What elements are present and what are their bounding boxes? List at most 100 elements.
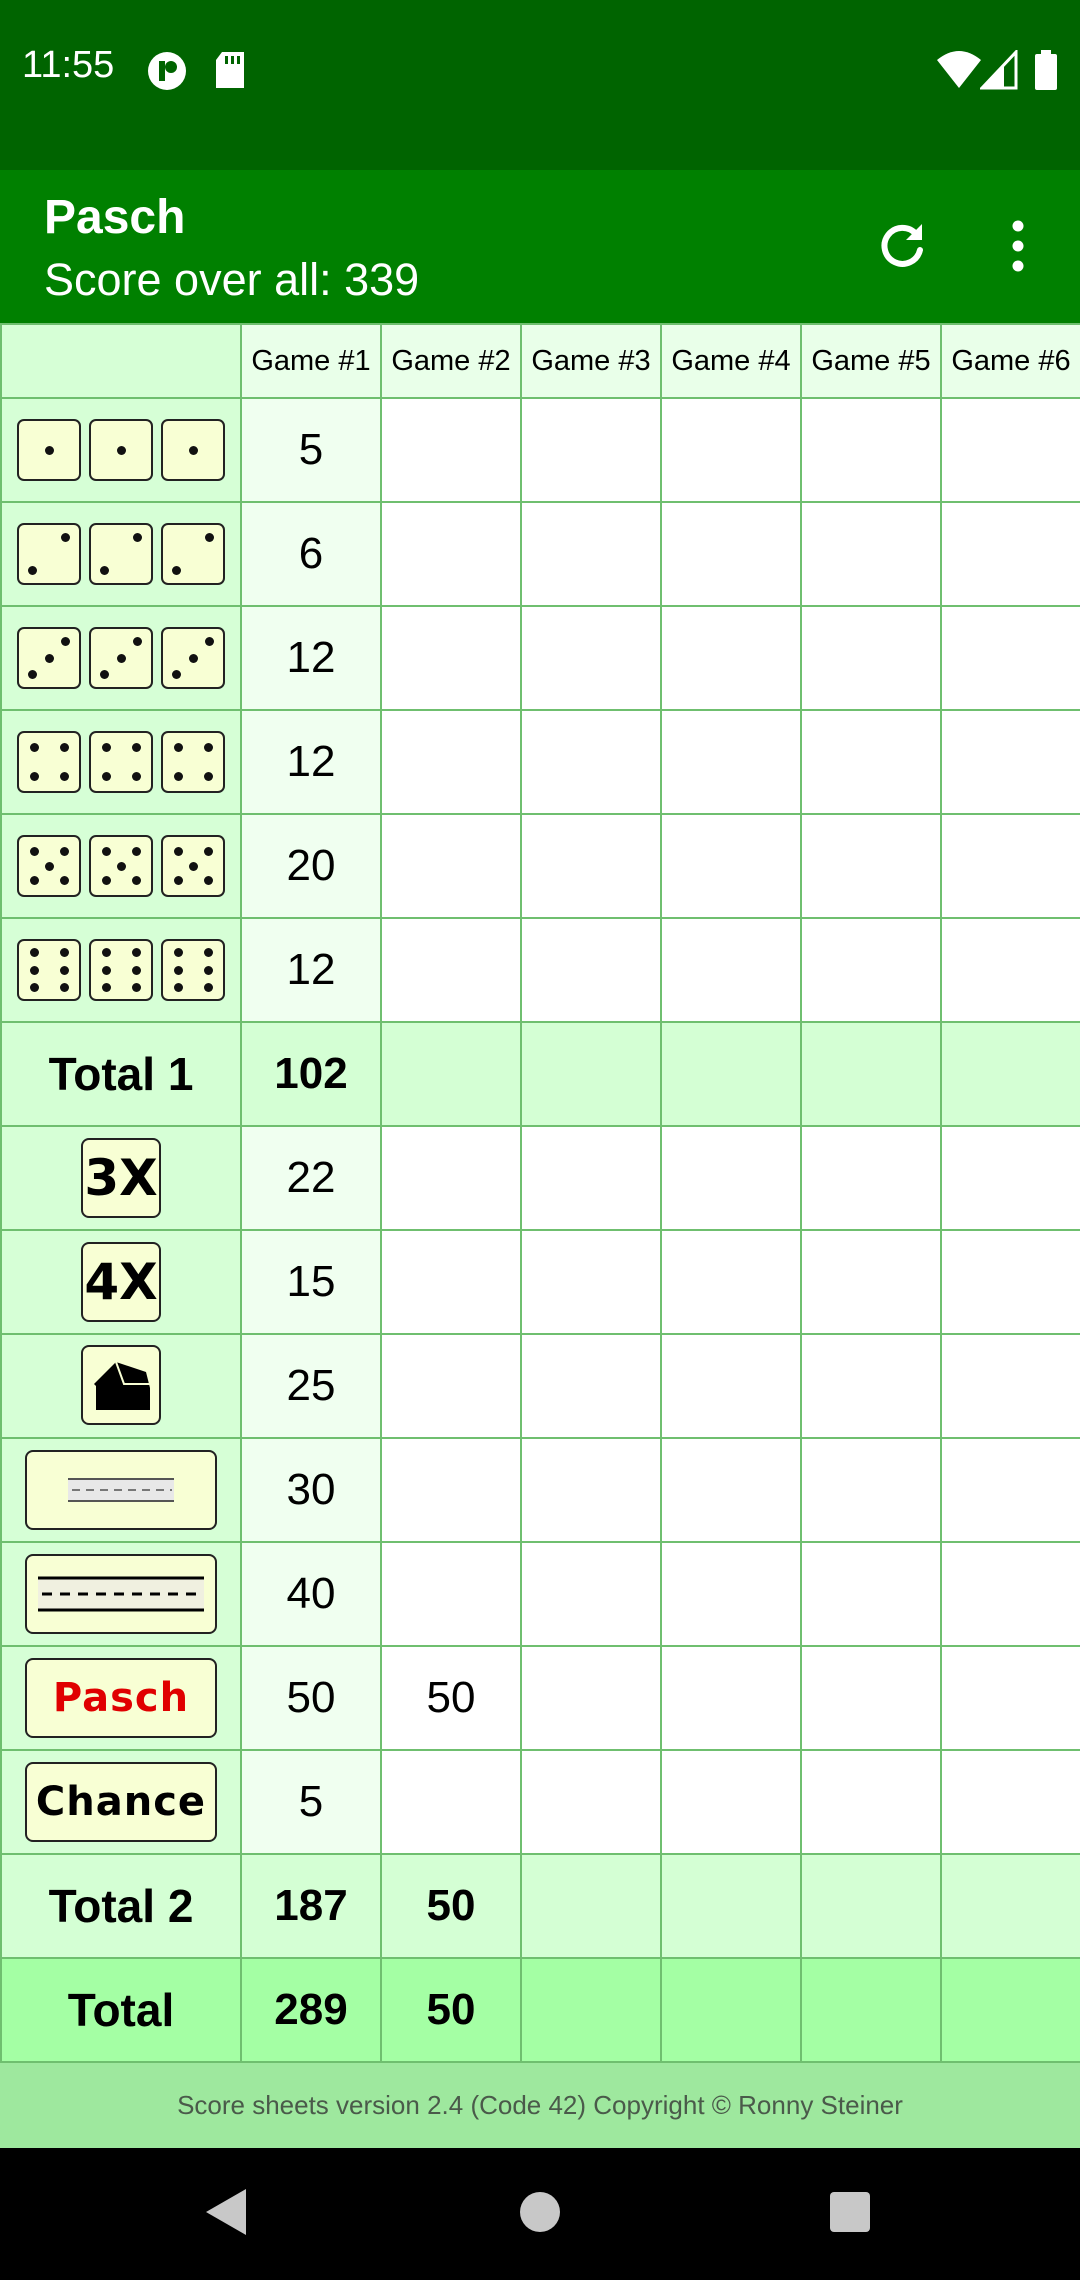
- score-cell[interactable]: [380, 1125, 522, 1231]
- score-cell[interactable]: 5: [240, 397, 382, 503]
- score-cell[interactable]: [380, 917, 522, 1023]
- score-cell[interactable]: [520, 1125, 662, 1231]
- more-options-button[interactable]: [978, 208, 1058, 288]
- score-cell[interactable]: [940, 813, 1080, 919]
- score-cell[interactable]: 25: [240, 1333, 382, 1439]
- score-cell[interactable]: 5: [240, 1749, 382, 1855]
- score-cell[interactable]: [800, 1333, 942, 1439]
- score-cell[interactable]: 15: [240, 1229, 382, 1335]
- score-cell[interactable]: [800, 813, 942, 919]
- score-cell[interactable]: [660, 501, 802, 607]
- score-cell[interactable]: [940, 917, 1080, 1023]
- score-cell[interactable]: [800, 1645, 942, 1751]
- score-cell[interactable]: 22: [240, 1125, 382, 1231]
- score-cell[interactable]: [940, 1645, 1080, 1751]
- die-pip: [203, 982, 213, 992]
- score-cell[interactable]: [520, 917, 662, 1023]
- score-cell[interactable]: [660, 1645, 802, 1751]
- score-cell[interactable]: [800, 605, 942, 711]
- score-cell: [520, 1957, 662, 2063]
- score-cell[interactable]: [940, 1541, 1080, 1647]
- score-cell[interactable]: [800, 1229, 942, 1335]
- score-cell[interactable]: [940, 501, 1080, 607]
- score-cell[interactable]: [800, 501, 942, 607]
- score-cell[interactable]: [520, 605, 662, 711]
- score-cell[interactable]: [940, 1333, 1080, 1439]
- score-cell[interactable]: [800, 1749, 942, 1855]
- row-label-cell: Total 1: [0, 1021, 242, 1127]
- nav-recents-button[interactable]: [818, 2182, 882, 2246]
- nav-back-button[interactable]: [194, 2182, 258, 2246]
- score-cell[interactable]: [660, 1749, 802, 1855]
- score-cell[interactable]: [800, 709, 942, 815]
- header-game-5: Game #5: [800, 323, 942, 399]
- score-cell[interactable]: [520, 813, 662, 919]
- score-cell[interactable]: [520, 1645, 662, 1751]
- score-cell[interactable]: [520, 1749, 662, 1855]
- row-label-cell: [0, 1541, 242, 1647]
- score-cell[interactable]: [660, 813, 802, 919]
- score-cell[interactable]: 20: [240, 813, 382, 919]
- die-pip: [203, 876, 213, 885]
- score-cell[interactable]: [940, 1437, 1080, 1543]
- score-cell[interactable]: [800, 1437, 942, 1543]
- refresh-button[interactable]: [862, 208, 942, 288]
- score-cell[interactable]: [660, 605, 802, 711]
- score-cell[interactable]: [660, 1437, 802, 1543]
- row-label-cell: 4X: [0, 1229, 242, 1335]
- score-cell[interactable]: [520, 1229, 662, 1335]
- score-cell[interactable]: [940, 709, 1080, 815]
- score-cell[interactable]: [520, 397, 662, 503]
- back-triangle-icon: [202, 2187, 250, 2241]
- score-cell[interactable]: [800, 917, 942, 1023]
- score-cell[interactable]: 40: [240, 1541, 382, 1647]
- die-pip: [171, 565, 181, 575]
- score-cell[interactable]: 12: [240, 917, 382, 1023]
- table-row: 5: [0, 397, 1080, 503]
- dice-threes-label: [2, 627, 240, 689]
- row-label-cell: [0, 813, 242, 919]
- nav-home-button[interactable]: [508, 2182, 572, 2246]
- score-cell[interactable]: [940, 605, 1080, 711]
- score-cell[interactable]: [660, 1125, 802, 1231]
- score-cell[interactable]: [520, 1333, 662, 1439]
- score-cell[interactable]: 50: [380, 1645, 522, 1751]
- score-cell[interactable]: [800, 397, 942, 503]
- score-cell[interactable]: [800, 1541, 942, 1647]
- score-cell[interactable]: [520, 709, 662, 815]
- score-cell[interactable]: 50: [240, 1645, 382, 1751]
- score-cell[interactable]: 30: [240, 1437, 382, 1543]
- score-cell[interactable]: [380, 709, 522, 815]
- score-cell[interactable]: 12: [240, 709, 382, 815]
- score-cell[interactable]: 12: [240, 605, 382, 711]
- score-cell[interactable]: [380, 813, 522, 919]
- score-cell[interactable]: [520, 1437, 662, 1543]
- score-cell[interactable]: [940, 1229, 1080, 1335]
- score-cell[interactable]: [940, 1749, 1080, 1855]
- score-cell[interactable]: [520, 1541, 662, 1647]
- score-cell[interactable]: [660, 709, 802, 815]
- score-cell[interactable]: [380, 1749, 522, 1855]
- score-cell[interactable]: [380, 1437, 522, 1543]
- score-cell[interactable]: [660, 1333, 802, 1439]
- score-cell[interactable]: [800, 1125, 942, 1231]
- score-cell[interactable]: [940, 1125, 1080, 1231]
- row-label-cell: [0, 1333, 242, 1439]
- score-cell[interactable]: [380, 501, 522, 607]
- score-cell[interactable]: [660, 397, 802, 503]
- score-table: Game #1 Game #2 Game #3 Game #4 Game #5 …: [0, 323, 1080, 2063]
- large-straight-icon: [25, 1554, 217, 1634]
- score-cell[interactable]: [380, 1229, 522, 1335]
- score-cell[interactable]: [660, 917, 802, 1023]
- score-cell[interactable]: 6: [240, 501, 382, 607]
- score-cell[interactable]: [660, 1229, 802, 1335]
- score-cell[interactable]: [380, 605, 522, 711]
- score-cell[interactable]: [380, 397, 522, 503]
- status-time: 11:55: [22, 44, 115, 86]
- score-cell[interactable]: [380, 1541, 522, 1647]
- score-cell[interactable]: [940, 397, 1080, 503]
- score-cell[interactable]: [520, 501, 662, 607]
- score-cell[interactable]: [380, 1333, 522, 1439]
- score-cell[interactable]: [660, 1541, 802, 1647]
- score-cell: [940, 1957, 1080, 2063]
